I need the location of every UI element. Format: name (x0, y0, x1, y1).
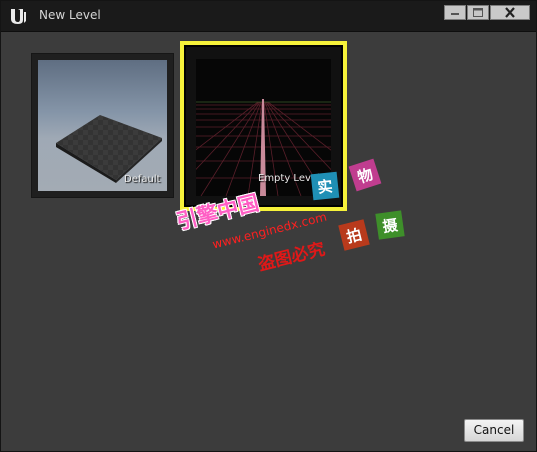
unreal-logo-icon (11, 9, 26, 24)
template-grid: Default Empty Level 引擎中国 www.enginedx.co… (1, 32, 536, 451)
watermark-stamp-1: 实 (310, 171, 340, 201)
watermark-stamp-3: 拍 (338, 219, 370, 251)
template-label-default: Default (124, 174, 161, 185)
close-button[interactable] (490, 5, 530, 20)
cancel-button[interactable]: Cancel (464, 419, 524, 442)
watermark-stamp-2: 物 (348, 158, 382, 192)
maximize-icon (473, 8, 483, 17)
template-default[interactable]: Default (31, 53, 174, 198)
minimize-icon (451, 13, 459, 15)
watermark-sub: 盗图必究 (256, 239, 328, 276)
title-bar[interactable]: New Level (1, 1, 536, 32)
maximize-button[interactable] (467, 5, 489, 20)
window-title: New Level (39, 8, 101, 22)
default-level-thumbnail (38, 60, 167, 191)
minimize-button[interactable] (444, 5, 466, 20)
window-controls (443, 5, 530, 21)
floor-plane-icon (56, 115, 162, 183)
close-icon (505, 7, 515, 18)
new-level-dialog: New Level Default Empty Level 引擎中国 www.e… (0, 0, 537, 452)
watermark-stamp-4: 摄 (375, 210, 405, 240)
